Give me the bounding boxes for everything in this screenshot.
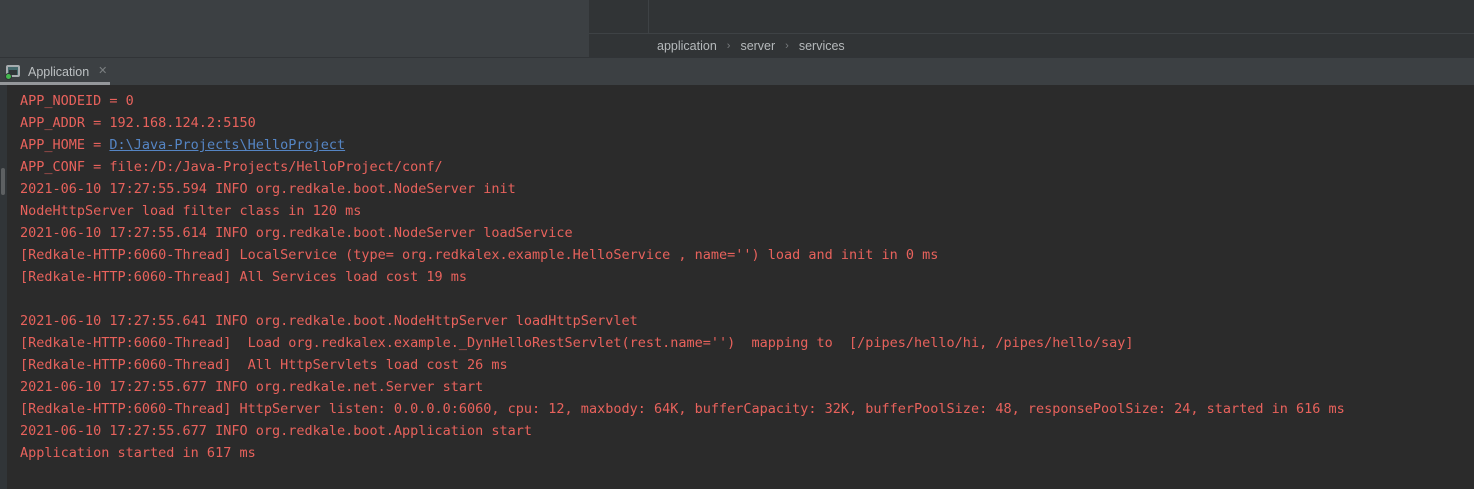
log-text: [Redkale-HTTP:6060-Thread] LocalService … bbox=[20, 247, 938, 263]
log-line: 2021-06-10 17:27:55.641 INFO org.redkale… bbox=[20, 310, 1474, 332]
log-line: APP_NODEID = 0 bbox=[20, 90, 1474, 112]
breadcrumb-item-application[interactable]: application bbox=[655, 39, 719, 53]
close-icon[interactable]: ✕ bbox=[96, 65, 109, 78]
ide-window: application › server › services Applicat… bbox=[0, 0, 1474, 489]
log-text: [Redkale-HTTP:6060-Thread] All HttpServl… bbox=[20, 357, 508, 373]
breadcrumb-item-server[interactable]: server bbox=[738, 39, 777, 53]
run-console-icon bbox=[6, 65, 21, 78]
log-line: 2021-06-10 17:27:55.677 INFO org.redkale… bbox=[20, 420, 1474, 442]
log-line: 2021-06-10 17:27:55.677 INFO org.redkale… bbox=[20, 376, 1474, 398]
editor-gutter-divider bbox=[648, 0, 649, 33]
console-log: APP_NODEID = 0 APP_ADDR = 192.168.124.2:5… bbox=[20, 90, 1474, 464]
log-text: 2021-06-10 17:27:55.594 INFO org.redkale… bbox=[20, 181, 516, 197]
log-text: [Redkale-HTTP:6060-Thread] All Services … bbox=[20, 269, 467, 285]
tab-application[interactable]: Application ✕ bbox=[0, 58, 119, 85]
breadcrumb-item-services[interactable]: services bbox=[797, 39, 847, 53]
console-scrollbar-thumb[interactable] bbox=[1, 168, 5, 195]
file-path-link[interactable]: D:\Java-Projects\HelloProject bbox=[109, 137, 345, 153]
log-text: APP_NODEID = 0 bbox=[20, 93, 134, 109]
tab-label: Application bbox=[28, 65, 89, 79]
log-line: 2021-06-10 17:27:55.614 INFO org.redkale… bbox=[20, 222, 1474, 244]
log-line: [Redkale-HTTP:6060-Thread] Load org.redk… bbox=[20, 332, 1474, 354]
log-line: [Redkale-HTTP:6060-Thread] LocalService … bbox=[20, 244, 1474, 266]
log-text: 2021-06-10 17:27:55.641 INFO org.redkale… bbox=[20, 313, 638, 329]
log-text: [Redkale-HTTP:6060-Thread] Load org.redk… bbox=[20, 335, 1134, 351]
chevron-right-icon: › bbox=[727, 40, 731, 52]
editor-strip bbox=[589, 0, 1474, 33]
chevron-right-icon: › bbox=[785, 40, 789, 52]
log-line: 2021-06-10 17:27:55.594 INFO org.redkale… bbox=[20, 178, 1474, 200]
console-output-panel: APP_NODEID = 0 APP_ADDR = 192.168.124.2:5… bbox=[0, 85, 1474, 489]
log-text: 2021-06-10 17:27:55.677 INFO org.redkale… bbox=[20, 423, 532, 439]
log-line: NodeHttpServer load filter class in 120 … bbox=[20, 200, 1474, 222]
log-text: [Redkale-HTTP:6060-Thread] HttpServer li… bbox=[20, 401, 1345, 417]
run-toolwindow-tabbar: Application ✕ bbox=[0, 57, 1474, 85]
top-left-panel bbox=[0, 0, 589, 57]
log-line: [Redkale-HTTP:6060-Thread] HttpServer li… bbox=[20, 398, 1474, 420]
log-text: 2021-06-10 17:27:55.677 INFO org.redkale… bbox=[20, 379, 483, 395]
breadcrumb: application › server › services bbox=[589, 33, 1474, 57]
log-text: Application started in 617 ms bbox=[20, 445, 256, 461]
log-line bbox=[20, 288, 1474, 310]
console-scrollbar-track bbox=[0, 85, 7, 489]
log-text: APP_ADDR = 192.168.124.2:5150 bbox=[20, 115, 256, 131]
log-line: Application started in 617 ms bbox=[20, 442, 1474, 464]
editor-area: application › server › services bbox=[589, 0, 1474, 57]
log-line: [Redkale-HTTP:6060-Thread] All Services … bbox=[20, 266, 1474, 288]
log-line: [Redkale-HTTP:6060-Thread] All HttpServl… bbox=[20, 354, 1474, 376]
log-line: APP_CONF = file:/D:/Java-Projects/HelloP… bbox=[20, 156, 1474, 178]
log-line: APP_HOME = D:\Java-Projects\HelloProject bbox=[20, 134, 1474, 156]
log-text: APP_HOME = bbox=[20, 137, 109, 153]
log-text: 2021-06-10 17:27:55.614 INFO org.redkale… bbox=[20, 225, 573, 241]
running-indicator-icon bbox=[5, 73, 12, 80]
log-line: APP_ADDR = 192.168.124.2:5150 bbox=[20, 112, 1474, 134]
log-text: NodeHttpServer load filter class in 120 … bbox=[20, 203, 361, 219]
log-text: APP_CONF = file:/D:/Java-Projects/HelloP… bbox=[20, 159, 443, 175]
